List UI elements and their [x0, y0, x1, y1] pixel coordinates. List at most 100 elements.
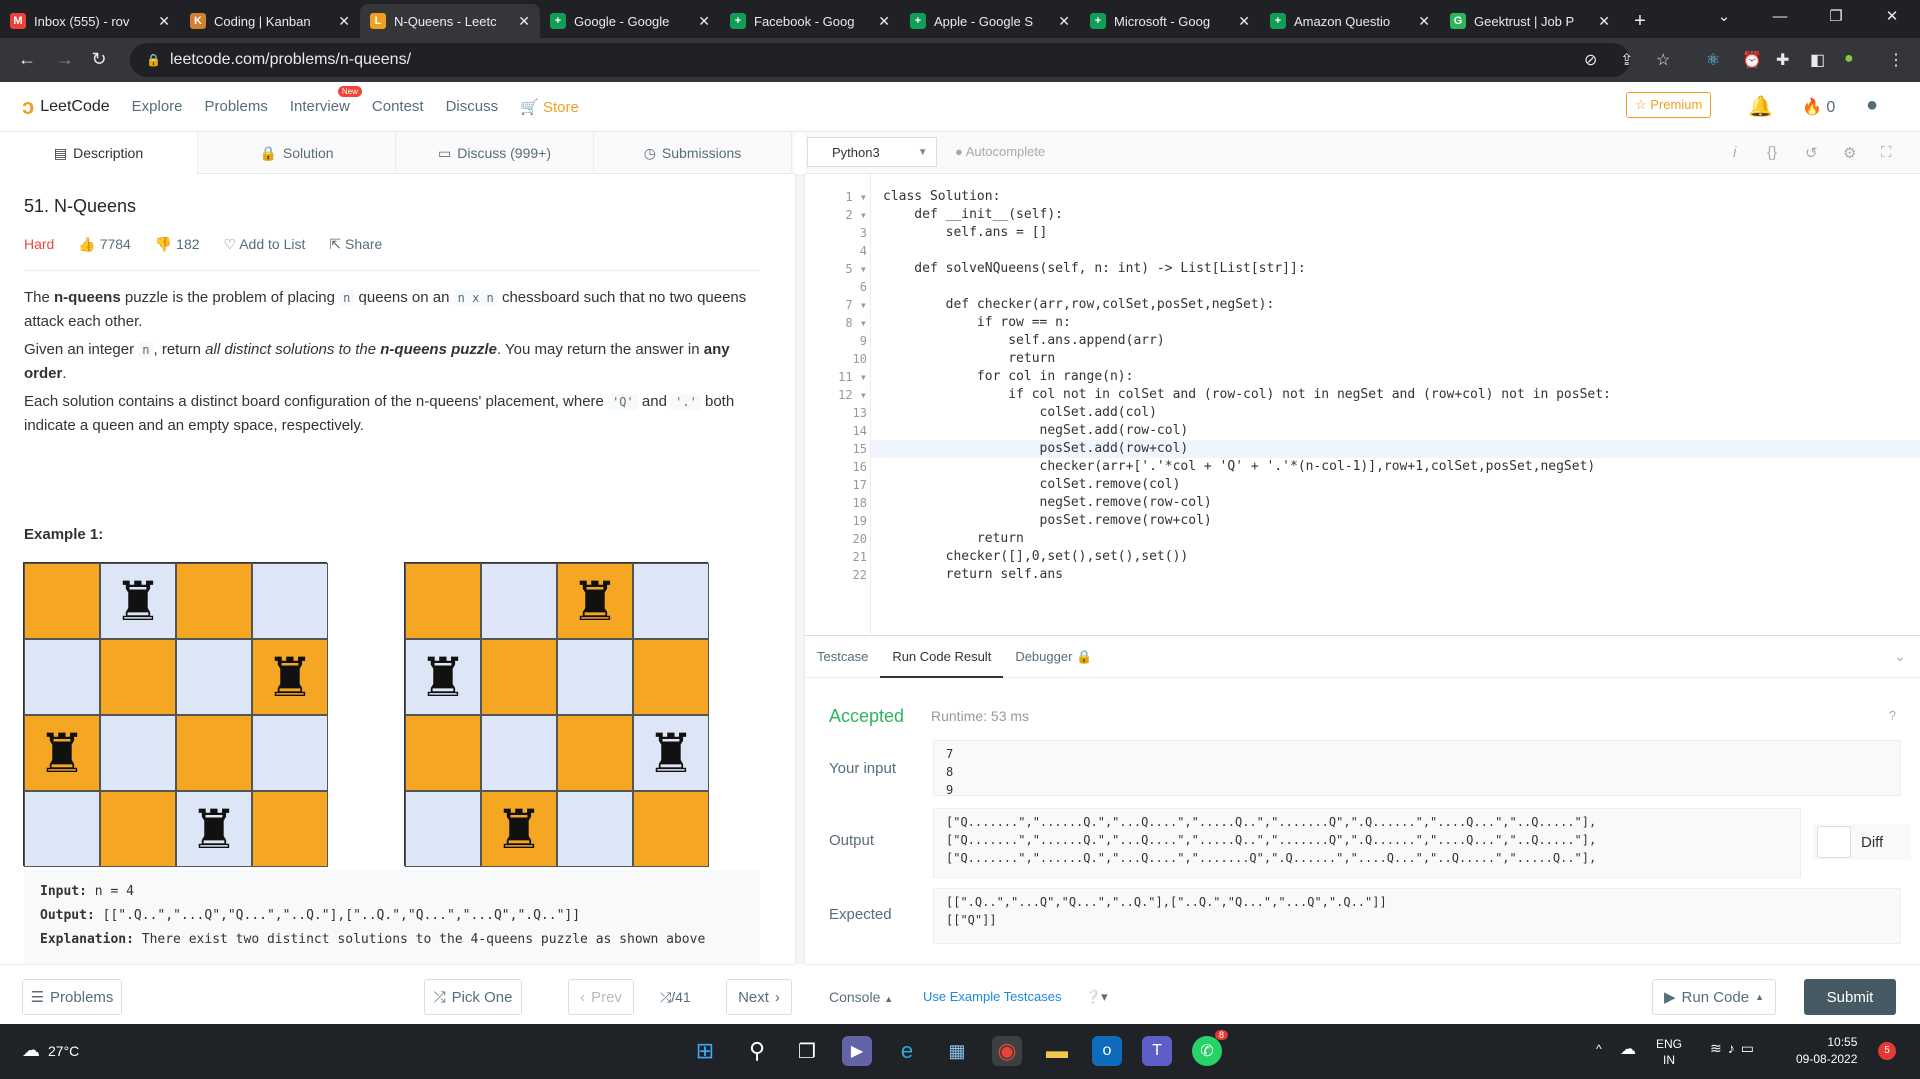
- tab-submissions[interactable]: ◷ Submissions: [594, 132, 792, 174]
- chrome-icon[interactable]: ◉: [992, 1036, 1022, 1066]
- help-dropdown-icon[interactable]: ❔▾: [1085, 989, 1108, 1005]
- tab-description[interactable]: ▤ Description: [0, 132, 198, 174]
- tab-discuss[interactable]: ▭ Discuss (999+): [396, 132, 594, 174]
- console-button[interactable]: Console ▲: [829, 989, 893, 1005]
- leetcode-logo[interactable]: ↄ LeetCode: [22, 94, 110, 120]
- nav-interview[interactable]: Interview New: [290, 86, 362, 115]
- reset-icon[interactable]: ↺: [1805, 144, 1818, 162]
- nav-explore[interactable]: Explore: [132, 98, 183, 115]
- browser-tab[interactable]: + Facebook - Goog ✕: [720, 4, 900, 38]
- nav-contest[interactable]: Contest: [372, 98, 424, 115]
- bookmark-star-icon[interactable]: ☆: [1656, 50, 1670, 70]
- submit-button[interactable]: Submit: [1804, 979, 1896, 1015]
- user-avatar-icon[interactable]: ●: [1866, 94, 1878, 117]
- close-tab-icon[interactable]: ✕: [338, 13, 350, 30]
- wifi-volume-battery-icons[interactable]: ≋♪▭: [1710, 1040, 1760, 1057]
- browser-tab[interactable]: G Geektrust | Job P ✕: [1440, 4, 1620, 38]
- close-window-button[interactable]: ✕: [1864, 0, 1920, 34]
- weather-widget[interactable]: ☁ 27°C: [22, 1040, 79, 1061]
- close-tab-icon[interactable]: ✕: [1418, 13, 1430, 30]
- close-tab-icon[interactable]: ✕: [1058, 13, 1070, 30]
- browser-tab[interactable]: + Apple - Google S ✕: [900, 4, 1080, 38]
- run-code-button[interactable]: ▶ Run Code ▲: [1652, 979, 1776, 1015]
- clock[interactable]: 10:55 09-08-2022: [1796, 1034, 1857, 1068]
- chevron-down-icon[interactable]: ⌄: [1894, 648, 1906, 665]
- new-tab-icon[interactable]: +: [1620, 4, 1660, 38]
- windows-start-icon[interactable]: ⊞: [690, 1036, 720, 1066]
- settings-icon[interactable]: ⚙: [1843, 144, 1856, 162]
- close-tab-icon[interactable]: ✕: [518, 13, 530, 30]
- pane-resizer[interactable]: [795, 174, 805, 964]
- next-button[interactable]: Next ›: [726, 979, 792, 1015]
- nav-discuss[interactable]: Discuss: [446, 98, 499, 115]
- browser-tab[interactable]: L N-Queens - Leetc ✕: [360, 4, 540, 38]
- code-editor[interactable]: 1 ▾ 2 ▾ 3 4 5 ▾ 6 7 ▾ 8 ▾ 9 10 11 ▾ 12 ▾ 13 14 …: [805, 174, 1920, 636]
- close-tab-icon[interactable]: ✕: [698, 13, 710, 30]
- output-box[interactable]: ["Q.......","......Q.","...Q....",".....…: [933, 808, 1801, 878]
- close-tab-icon[interactable]: ✕: [158, 13, 170, 30]
- photos-icon[interactable]: ▦: [942, 1036, 972, 1066]
- outlook-icon[interactable]: o: [1092, 1036, 1122, 1066]
- browser-tab[interactable]: K Coding | Kanban ✕: [180, 4, 360, 38]
- share-icon[interactable]: ⇪: [1620, 50, 1633, 70]
- browser-tab[interactable]: M Inbox (555) - rov ✕: [0, 4, 180, 38]
- extensions-icon[interactable]: ✚: [1776, 50, 1789, 70]
- profile-avatar[interactable]: ●: [1844, 50, 1854, 68]
- like-button[interactable]: 👍 7784: [78, 236, 130, 253]
- language-indicator[interactable]: ENG IN: [1656, 1036, 1682, 1068]
- tab-run-code-result[interactable]: Run Code Result: [880, 636, 1004, 678]
- dislike-button[interactable]: 👎 182: [155, 236, 200, 253]
- autocomplete-toggle[interactable]: ● Autocomplete: [955, 144, 1045, 159]
- fullscreen-icon[interactable]: ⛶: [1881, 144, 1892, 161]
- page-indicator[interactable]: ⤮/41: [660, 989, 691, 1006]
- minimize-button[interactable]: —: [1752, 0, 1808, 34]
- nav-problems[interactable]: Problems: [205, 98, 268, 115]
- search-icon[interactable]: ⚲: [742, 1036, 772, 1066]
- browser-tab[interactable]: + Microsoft - Goog ✕: [1080, 4, 1260, 38]
- nav-store[interactable]: 🛒 Store: [520, 98, 579, 116]
- share-button[interactable]: ⇱ Share: [329, 236, 382, 253]
- restore-button[interactable]: ❐: [1808, 0, 1864, 34]
- browser-tab[interactable]: + Google - Google ✕: [540, 4, 720, 38]
- back-icon[interactable]: ←: [8, 49, 46, 70]
- browser-tab[interactable]: + Amazon Questio ✕: [1260, 4, 1440, 38]
- notification-badge[interactable]: 5: [1878, 1042, 1896, 1060]
- tab-solution[interactable]: 🔒 Solution: [198, 132, 396, 174]
- info-icon[interactable]: i: [1733, 144, 1736, 161]
- pick-one-button[interactable]: ⤮ Pick One: [424, 979, 522, 1015]
- premium-button[interactable]: ☆ Premium: [1626, 92, 1712, 118]
- teams-chat-icon[interactable]: ▶: [842, 1036, 872, 1066]
- problems-button[interactable]: ☰ Problems: [22, 979, 122, 1015]
- onedrive-icon[interactable]: ☁: [1620, 1039, 1636, 1059]
- braces-icon[interactable]: {}: [1767, 144, 1777, 161]
- alarm-extension-icon[interactable]: ⏰: [1742, 50, 1762, 70]
- chrome-menu-icon[interactable]: ⋮: [1888, 50, 1904, 70]
- task-view-icon[interactable]: ❐: [792, 1036, 822, 1066]
- eye-off-icon[interactable]: ⊘: [1584, 50, 1597, 70]
- tab-testcase[interactable]: Testcase: [805, 636, 880, 678]
- tab-search-icon[interactable]: ⌄: [1696, 0, 1752, 34]
- add-to-list-button[interactable]: ♡ Add to List: [224, 236, 306, 253]
- help-icon[interactable]: ?: [1889, 708, 1896, 723]
- language-select[interactable]: Python3 ▼: [807, 137, 937, 167]
- react-devtools-icon[interactable]: ⚛: [1706, 50, 1720, 70]
- expected-box[interactable]: [[".Q..","...Q","Q...","..Q."],["..Q.","…: [933, 888, 1901, 944]
- close-tab-icon[interactable]: ✕: [1238, 13, 1250, 30]
- whatsapp-icon[interactable]: ✆ 8: [1192, 1030, 1228, 1066]
- tray-chevron-icon[interactable]: ^: [1596, 1042, 1602, 1056]
- points-counter[interactable]: 🔥 0: [1802, 97, 1835, 117]
- forward-icon[interactable]: →: [46, 49, 84, 70]
- close-tab-icon[interactable]: ✕: [1598, 13, 1610, 30]
- side-panel-icon[interactable]: ◧: [1810, 50, 1825, 70]
- diff-toggle[interactable]: Diff: [1813, 824, 1911, 860]
- bell-icon[interactable]: 🔔: [1748, 94, 1773, 119]
- your-input-box[interactable]: 7 8 9: [933, 740, 1901, 796]
- prev-button[interactable]: ‹ Prev: [568, 979, 634, 1015]
- use-example-testcases-link[interactable]: Use Example Testcases: [923, 989, 1062, 1004]
- teams-icon[interactable]: T: [1142, 1036, 1172, 1066]
- file-explorer-icon[interactable]: ▬: [1042, 1036, 1072, 1066]
- edge-icon[interactable]: e: [892, 1036, 922, 1066]
- close-tab-icon[interactable]: ✕: [878, 13, 890, 30]
- tab-debugger[interactable]: Debugger 🔒: [1003, 636, 1104, 678]
- reload-icon[interactable]: ↻: [80, 49, 118, 70]
